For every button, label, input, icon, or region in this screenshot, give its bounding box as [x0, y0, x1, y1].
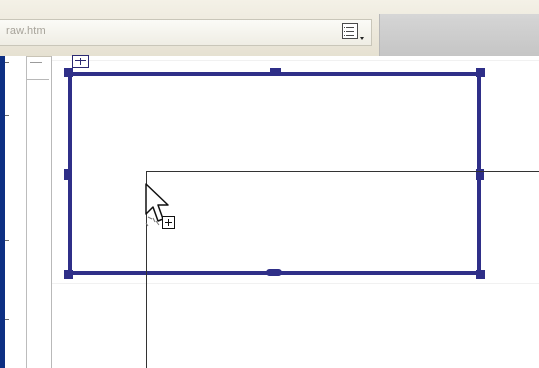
resize-handle-top-middle[interactable] [270, 68, 281, 76]
address-text: raw.htm [6, 25, 46, 37]
address-bar[interactable]: raw.htm [0, 19, 372, 46]
resize-handle-bottom-right[interactable] [476, 270, 485, 279]
ruler-tick [5, 115, 9, 116]
resize-handle-top-left[interactable] [64, 68, 73, 77]
resize-handle-middle-left[interactable] [64, 169, 72, 180]
resize-handle-bottom-middle[interactable] [266, 269, 282, 276]
move-copy-cursor-icon [145, 183, 185, 238]
left-gutter [27, 56, 52, 368]
ruler-tick [5, 240, 9, 241]
ruler-tick [5, 62, 9, 63]
table-icon-column [80, 58, 81, 65]
copy-plus-icon [162, 216, 175, 229]
ruler-tick [5, 319, 9, 320]
chevron-down-icon [360, 37, 364, 40]
top-toolbar: raw.htm [0, 0, 539, 57]
selected-table-frame[interactable] [68, 72, 481, 275]
designer-screen: raw.htm [0, 0, 539, 368]
resize-handle-top-right[interactable] [476, 68, 485, 77]
toolbar-right-panel [379, 14, 539, 56]
resize-handle-bottom-left[interactable] [64, 270, 73, 279]
table-icon[interactable] [72, 55, 89, 68]
canvas-guide-line [52, 283, 539, 284]
toolbar-right-surface [380, 18, 539, 56]
inner-table-top-border [146, 171, 539, 172]
list-menu-icon [342, 23, 358, 39]
vertical-ruler [5, 56, 27, 368]
canvas-guide-line [52, 60, 539, 61]
view-menu-button[interactable] [340, 22, 368, 44]
